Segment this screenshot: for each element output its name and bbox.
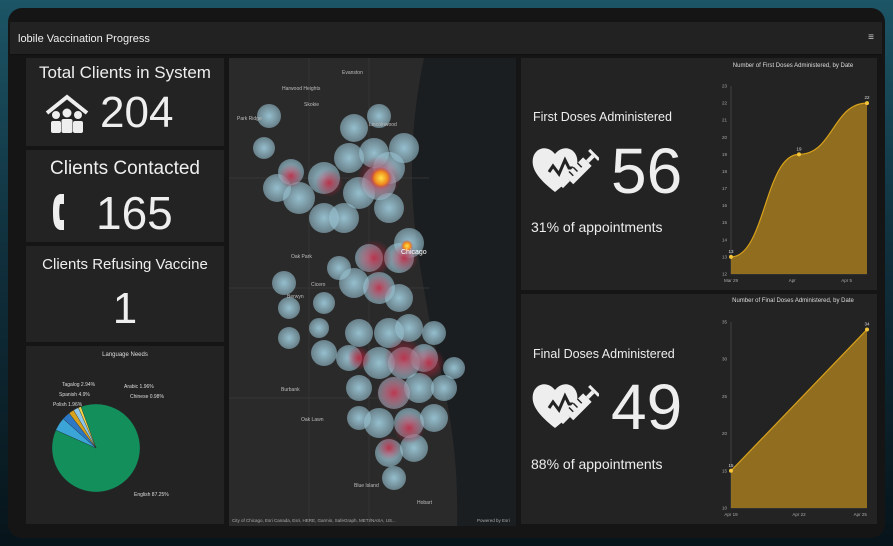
data-label: 13: [728, 249, 734, 254]
map-place-park-ridge: Park Ridge: [237, 116, 262, 122]
area-fill: [731, 329, 867, 508]
map-place-burbank: Burbank: [281, 387, 300, 393]
clients-contacted-label: Clients Contacted: [50, 158, 200, 179]
total-clients-label: Total Clients in System: [39, 63, 211, 82]
map-place-cicero: Cicero: [311, 282, 326, 288]
y-tick-label: 23: [722, 84, 728, 89]
data-point[interactable]: [729, 468, 733, 473]
x-tick-label: Apr 22: [792, 512, 806, 517]
map-place-blue-island: Blue Island: [354, 483, 379, 489]
clients-refusing-panel: Clients Refusing Vaccine 1: [26, 246, 224, 342]
language-chart-panel: Language Needs Tagalog 2.94% Arabic 1.96…: [26, 346, 224, 524]
final-doses-panel: Final Doses Administered 49 88% of appoi…: [521, 294, 877, 524]
y-tick-label: 15: [722, 468, 728, 473]
people-house-icon: [45, 94, 89, 133]
y-tick-label: 12: [722, 272, 728, 277]
heat-map[interactable]: Evanston Harwood Heights Skokie Chicago …: [229, 58, 516, 526]
map-place-lincolnwood: Lincolnwood: [369, 122, 397, 128]
clients-refusing-value: 1: [112, 284, 138, 333]
y-tick-label: 35: [722, 320, 728, 325]
x-tick-label: Apr 5: [841, 278, 852, 283]
menu-icon[interactable]: ≡: [868, 32, 874, 43]
final-doses-chart-title: Number of Final Doses Administered, by D…: [732, 298, 854, 304]
pie-label-polish: Polish 1.96%: [53, 402, 83, 408]
heart-syringe-icon: [532, 384, 599, 428]
first-doses-value: 56: [611, 135, 683, 207]
map-place-berwyn: Berwyn: [287, 294, 304, 300]
y-tick-label: 25: [722, 394, 728, 399]
pie-label-tagalog: Tagalog 2.94%: [62, 382, 96, 388]
map-place-skokie: Skokie: [304, 102, 319, 108]
data-point[interactable]: [729, 254, 733, 259]
area-fill: [731, 103, 867, 274]
first-doses-pct: 31% of appointments: [531, 219, 663, 235]
y-tick-label: 30: [722, 357, 728, 362]
x-tick-label: Apr: [789, 278, 797, 283]
data-label: 19: [796, 146, 802, 151]
final-doses-pct: 88% of appointments: [531, 456, 663, 472]
clients-contacted-value: 165: [96, 187, 173, 239]
first-doses-panel: First Doses Administered 56 31% of appoi…: [521, 58, 877, 290]
map-powered-by[interactable]: Powered by Esri: [477, 518, 510, 523]
header-bar: lobile Vaccination Progress ≡: [10, 22, 882, 55]
y-tick-label: 13: [722, 254, 728, 259]
y-tick-label: 10: [722, 506, 728, 511]
phone-icon: [53, 194, 64, 230]
y-tick-label: 19: [722, 152, 728, 157]
data-label: 22: [864, 95, 870, 100]
first-doses-area-chart: 12 13 14 15 16 17 18 19 20 21 22 23 Mar 29 Apr Apr 5 13…: [722, 84, 870, 284]
heat-map-panel[interactable]: Evanston Harwood Heights Skokie Chicago …: [229, 58, 516, 526]
final-doses-value: 49: [611, 371, 683, 443]
pie-label-chinese: Chinese 0.98%: [130, 394, 164, 400]
y-tick-label: 15: [722, 220, 728, 225]
map-place-chicago: Chicago: [401, 249, 427, 256]
x-tick-label: Apr 19: [724, 512, 738, 517]
y-tick-label: 16: [722, 203, 728, 208]
clients-refusing-label: Clients Refusing Vaccine: [42, 256, 208, 273]
final-doses-area-chart: 10 15 20 25 30 35 Apr 19 Apr 22 Apr 25 15 34: [722, 320, 870, 518]
y-tick-label: 22: [722, 101, 728, 106]
total-clients-value: 204: [100, 88, 174, 137]
data-label: 34: [864, 321, 870, 326]
y-tick-label: 18: [722, 169, 728, 174]
map-attribution: City of Chicago, Esri Canada, Esri, HERE…: [232, 518, 396, 523]
language-pie-chart: Tagalog 2.94% Arabic 1.96% Spanish 4.9% …: [51, 382, 169, 498]
language-chart-title: Language Needs: [102, 352, 148, 358]
y-tick-label: 21: [722, 118, 728, 123]
y-tick-label: 20: [722, 135, 728, 140]
first-doses-chart-title: Number of First Doses Administered, by D…: [732, 63, 854, 69]
map-place-hobart: Hobart: [417, 500, 433, 506]
data-point[interactable]: [865, 101, 869, 106]
dashboard-title: lobile Vaccination Progress: [18, 33, 150, 45]
data-point[interactable]: [865, 327, 869, 332]
final-doses-label: Final Doses Administered: [533, 347, 675, 361]
pie-label-english: English 87.25%: [134, 492, 169, 498]
map-place-harwood-heights: Harwood Heights: [282, 86, 321, 92]
y-tick-label: 20: [722, 431, 728, 436]
map-place-evanston: Evanston: [342, 70, 363, 76]
data-label: 15: [728, 463, 734, 468]
total-clients-panel: Total Clients in System 204: [26, 58, 224, 146]
map-place-oak-lawn: Oak Lawn: [301, 417, 324, 423]
heart-syringe-icon: [532, 148, 599, 192]
x-tick-label: Apr 25: [854, 512, 868, 517]
y-tick-label: 14: [722, 237, 728, 242]
pie-label-spanish: Spanish 4.9%: [59, 392, 90, 398]
pie-label-arabic: Arabic 1.96%: [124, 384, 154, 390]
x-tick-label: Mar 29: [724, 278, 739, 283]
first-doses-label: First Doses Administered: [533, 110, 672, 124]
map-place-oak-park: Oak Park: [291, 254, 312, 260]
data-point[interactable]: [797, 152, 801, 157]
clients-contacted-panel: Clients Contacted 165: [26, 150, 224, 242]
y-tick-label: 17: [722, 186, 728, 191]
